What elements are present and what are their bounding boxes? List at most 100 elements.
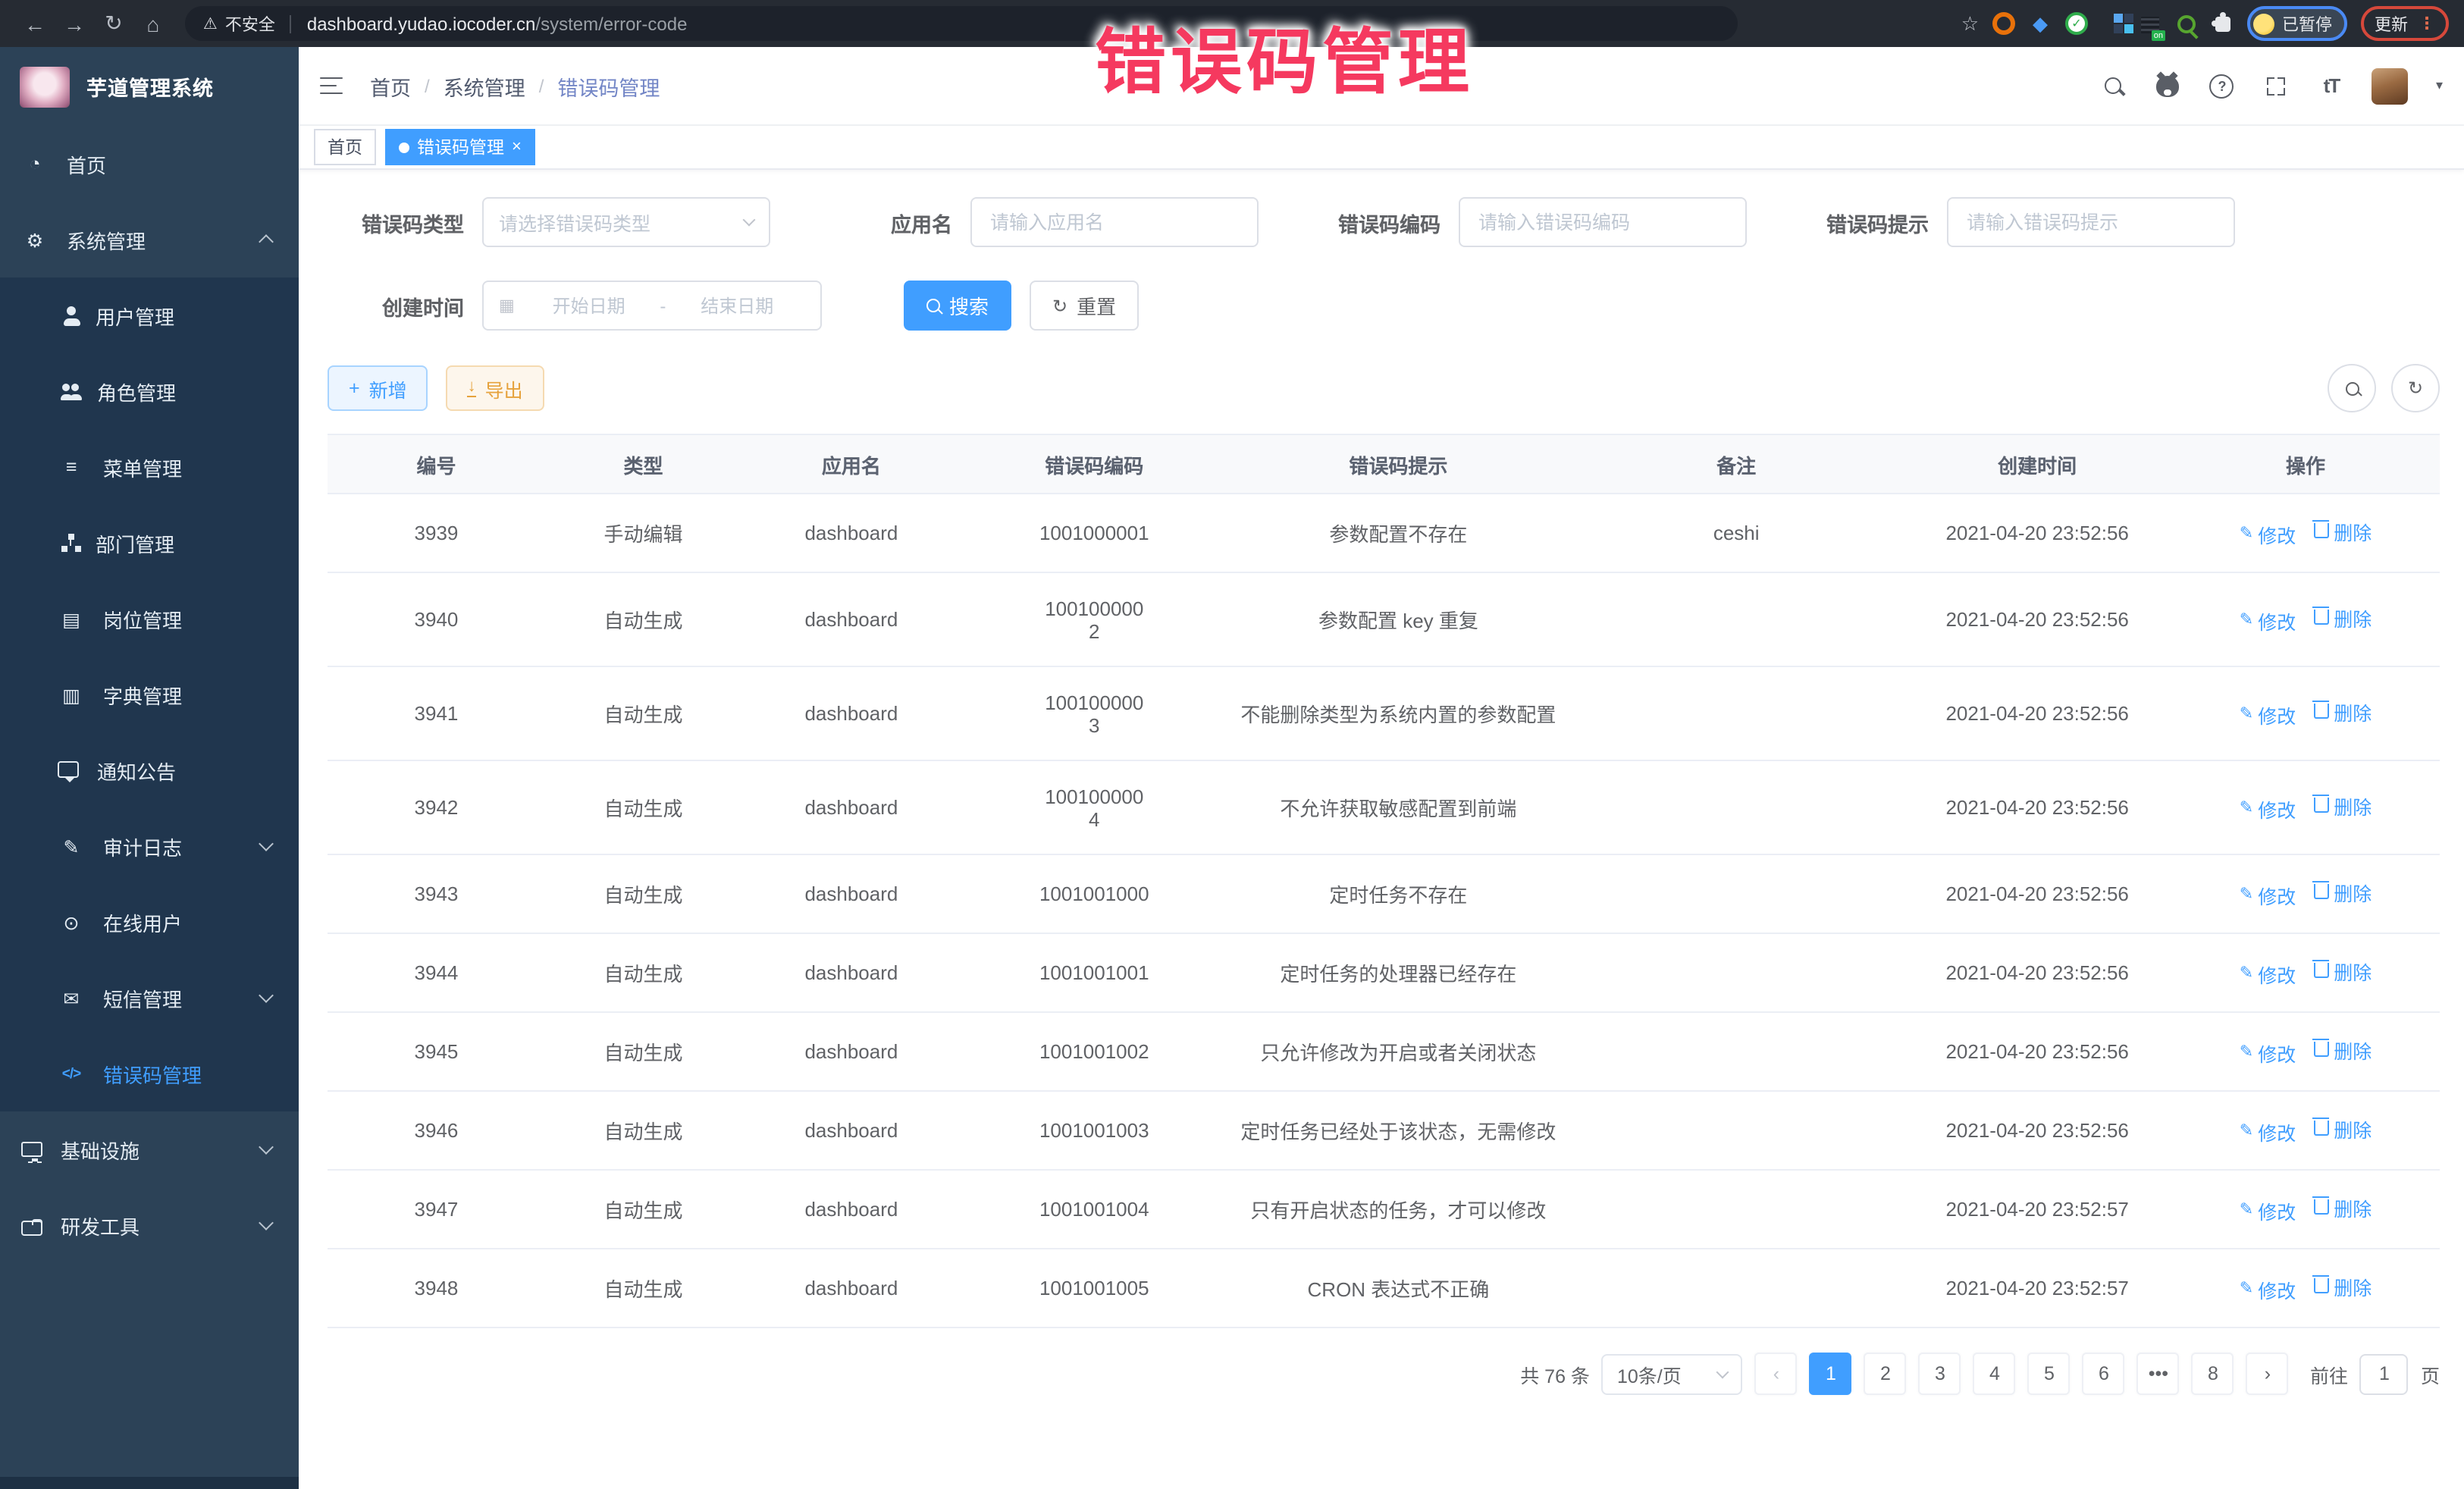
cell-msg: 不能删除类型为系统内置的参数配置 [1227, 666, 1569, 760]
delete-row-button[interactable]: 删除 [2314, 878, 2372, 907]
browser-menu-icon[interactable]: ⋮ [2419, 14, 2435, 33]
tab-错误码管理[interactable]: 错误码管理× [385, 129, 535, 165]
sidebar-item-在线用户[interactable]: ⊙在线用户 [0, 884, 299, 960]
sidebar-item-审计日志[interactable]: ✎审计日志 [0, 808, 299, 884]
sidebar-logo[interactable]: 芋道管理系统 [0, 47, 299, 126]
hamburger-icon[interactable] [320, 77, 343, 95]
extension-green-check-icon[interactable]: ✓ [2065, 12, 2088, 35]
delete-row-button[interactable]: 删除 [2314, 697, 2372, 726]
export-button[interactable]: ↓ 导出 [447, 365, 544, 411]
search-icon[interactable] [2099, 72, 2127, 99]
delete-row-button[interactable]: 删除 [2314, 517, 2372, 546]
sidebar-item-短信管理[interactable]: ✉短信管理 [0, 960, 299, 1036]
extension-key-icon[interactable] [2174, 12, 2197, 35]
breadcrumb-separator: / [425, 75, 430, 96]
edit-row-button[interactable]: ✎修改 [2240, 961, 2296, 989]
page-button-5[interactable]: 5 [2028, 1353, 2071, 1395]
delete-row-button[interactable]: 删除 [2314, 1114, 2372, 1143]
extension-orange-icon[interactable] [1992, 12, 2015, 35]
edit-row-button[interactable]: ✎修改 [2240, 882, 2296, 911]
extension-list-icon[interactable]: on [2138, 12, 2161, 35]
delete-row-button[interactable]: 删除 [2314, 792, 2372, 820]
page-button-8[interactable]: 8 [2192, 1353, 2234, 1395]
sidebar-item-错误码管理[interactable]: </>错误码管理 [0, 1036, 299, 1111]
goto-page-input[interactable] [2360, 1353, 2409, 1394]
delete-row-button[interactable]: 删除 [2314, 1193, 2372, 1222]
add-button[interactable]: + 新增 [328, 365, 428, 411]
breadcrumb-item[interactable]: 首页 [370, 71, 411, 101]
delete-row-button[interactable]: 删除 [2314, 1272, 2372, 1301]
page-button-3[interactable]: 3 [1919, 1353, 1961, 1395]
page-ellipsis-button[interactable]: ••• [2137, 1353, 2180, 1395]
browser-home-icon[interactable]: ⌂ [133, 11, 173, 36]
extension-grid-icon[interactable] [2102, 12, 2124, 35]
font-size-icon[interactable]: tT [2318, 72, 2345, 99]
tab-首页[interactable]: 首页 [314, 129, 376, 165]
sidebar-item-菜单管理[interactable]: ≡菜单管理 [0, 429, 299, 505]
page-size-select[interactable]: 10条/页 [1602, 1353, 1743, 1394]
search-button[interactable]: 搜索 [904, 281, 1011, 331]
edit-row-button[interactable]: ✎修改 [2240, 701, 2296, 730]
next-page-button[interactable]: › [2246, 1353, 2289, 1395]
avatar-caret-icon[interactable]: ▾ [2436, 77, 2443, 94]
toggle-search-button[interactable] [2328, 364, 2376, 412]
edit-row-button[interactable]: ✎修改 [2240, 1276, 2296, 1305]
delete-row-button[interactable]: 删除 [2314, 957, 2372, 986]
close-icon[interactable]: × [512, 139, 522, 155]
sidebar-item-字典管理[interactable]: ▥字典管理 [0, 657, 299, 732]
text-input[interactable] [1475, 210, 1730, 234]
filter-input-错误码提示[interactable] [1947, 197, 2235, 247]
page-button-1[interactable]: 1 [1810, 1353, 1852, 1395]
cell-type: 自动生成 [545, 760, 741, 854]
sidebar-item-用户管理[interactable]: 用户管理 [0, 277, 299, 353]
extension-gem-icon[interactable]: ◆ [2029, 12, 2052, 35]
edit-row-button[interactable]: ✎修改 [2240, 1118, 2296, 1147]
help-icon[interactable]: ? [2209, 72, 2236, 99]
filter-row-2: 创建时间 ▦ 开始日期 - 结束日期 搜索 ↻ 重 [328, 281, 2440, 331]
delete-row-button[interactable]: 删除 [2314, 1036, 2372, 1064]
sidebar-item-基础设施[interactable]: 基础设施 [0, 1111, 299, 1187]
browser-forward-icon[interactable]: → [55, 11, 94, 36]
sidebar-item-系统管理[interactable]: ⚙系统管理 [0, 202, 299, 277]
github-icon[interactable] [2154, 72, 2181, 99]
cell-msg: 参数配置不存在 [1227, 494, 1569, 572]
edit-row-button[interactable]: ✎修改 [2240, 607, 2296, 636]
filter-input-应用名[interactable] [970, 197, 1259, 247]
reset-button[interactable]: ↻ 重置 [1030, 281, 1139, 331]
edit-row-button[interactable]: ✎修改 [2240, 1197, 2296, 1226]
browser-update-button[interactable]: 更新 ⋮ [2361, 6, 2449, 41]
page-button-6[interactable]: 6 [2083, 1353, 2125, 1395]
edit-row-button[interactable]: ✎修改 [2240, 521, 2296, 550]
bookmark-star-icon[interactable]: ☆ [1961, 11, 1979, 36]
table-header: 编号类型应用名错误码编码错误码提示备注创建时间操作 [328, 434, 2440, 494]
column-header-操作: 操作 [2171, 434, 2440, 494]
user-avatar[interactable] [2372, 67, 2409, 104]
fullscreen-icon[interactable] [2263, 72, 2290, 99]
page-button-2[interactable]: 2 [1864, 1353, 1907, 1395]
sidebar-item-通知公告[interactable]: 通知公告 [0, 732, 299, 808]
address-bar[interactable]: ⚠ 不安全 dashboard.yudao.iocoder.cn /system… [185, 6, 1738, 41]
sidebar-item-部门管理[interactable]: 部门管理 [0, 505, 299, 581]
cell-ops: ✎修改删除 [2171, 1012, 2440, 1091]
prev-page-button[interactable]: ‹ [1755, 1353, 1798, 1395]
browser-reload-icon[interactable]: ↻ [94, 11, 133, 36]
filter-select-错误码类型[interactable]: 请选择错误码类型 [482, 197, 770, 247]
edit-row-button[interactable]: ✎修改 [2240, 1039, 2296, 1068]
sidebar-item-岗位管理[interactable]: ▤岗位管理 [0, 581, 299, 657]
sidebar-item-研发工具[interactable]: 研发工具 [0, 1187, 299, 1263]
sidebar-item-角色管理[interactable]: 角色管理 [0, 353, 299, 429]
text-input[interactable] [1964, 210, 2218, 234]
breadcrumb-item[interactable]: 系统管理 [444, 71, 525, 101]
browser-profile-chip[interactable]: 已暂停 [2247, 6, 2347, 41]
refresh-table-button[interactable]: ↻ [2391, 364, 2440, 412]
text-input[interactable] [987, 210, 1242, 234]
browser-back-icon[interactable]: ← [15, 11, 55, 36]
date-range-picker[interactable]: ▦ 开始日期 - 结束日期 [482, 281, 822, 331]
extension-puzzle-icon[interactable] [2211, 12, 2234, 35]
sidebar-item-首页[interactable]: ◔首页 [0, 126, 299, 202]
edit-icon: ✎ [2240, 1045, 2253, 1062]
filter-input-错误码编码[interactable] [1459, 197, 1747, 247]
edit-row-button[interactable]: ✎修改 [2240, 795, 2296, 824]
page-button-4[interactable]: 4 [1973, 1353, 2016, 1395]
delete-row-button[interactable]: 删除 [2314, 603, 2372, 632]
